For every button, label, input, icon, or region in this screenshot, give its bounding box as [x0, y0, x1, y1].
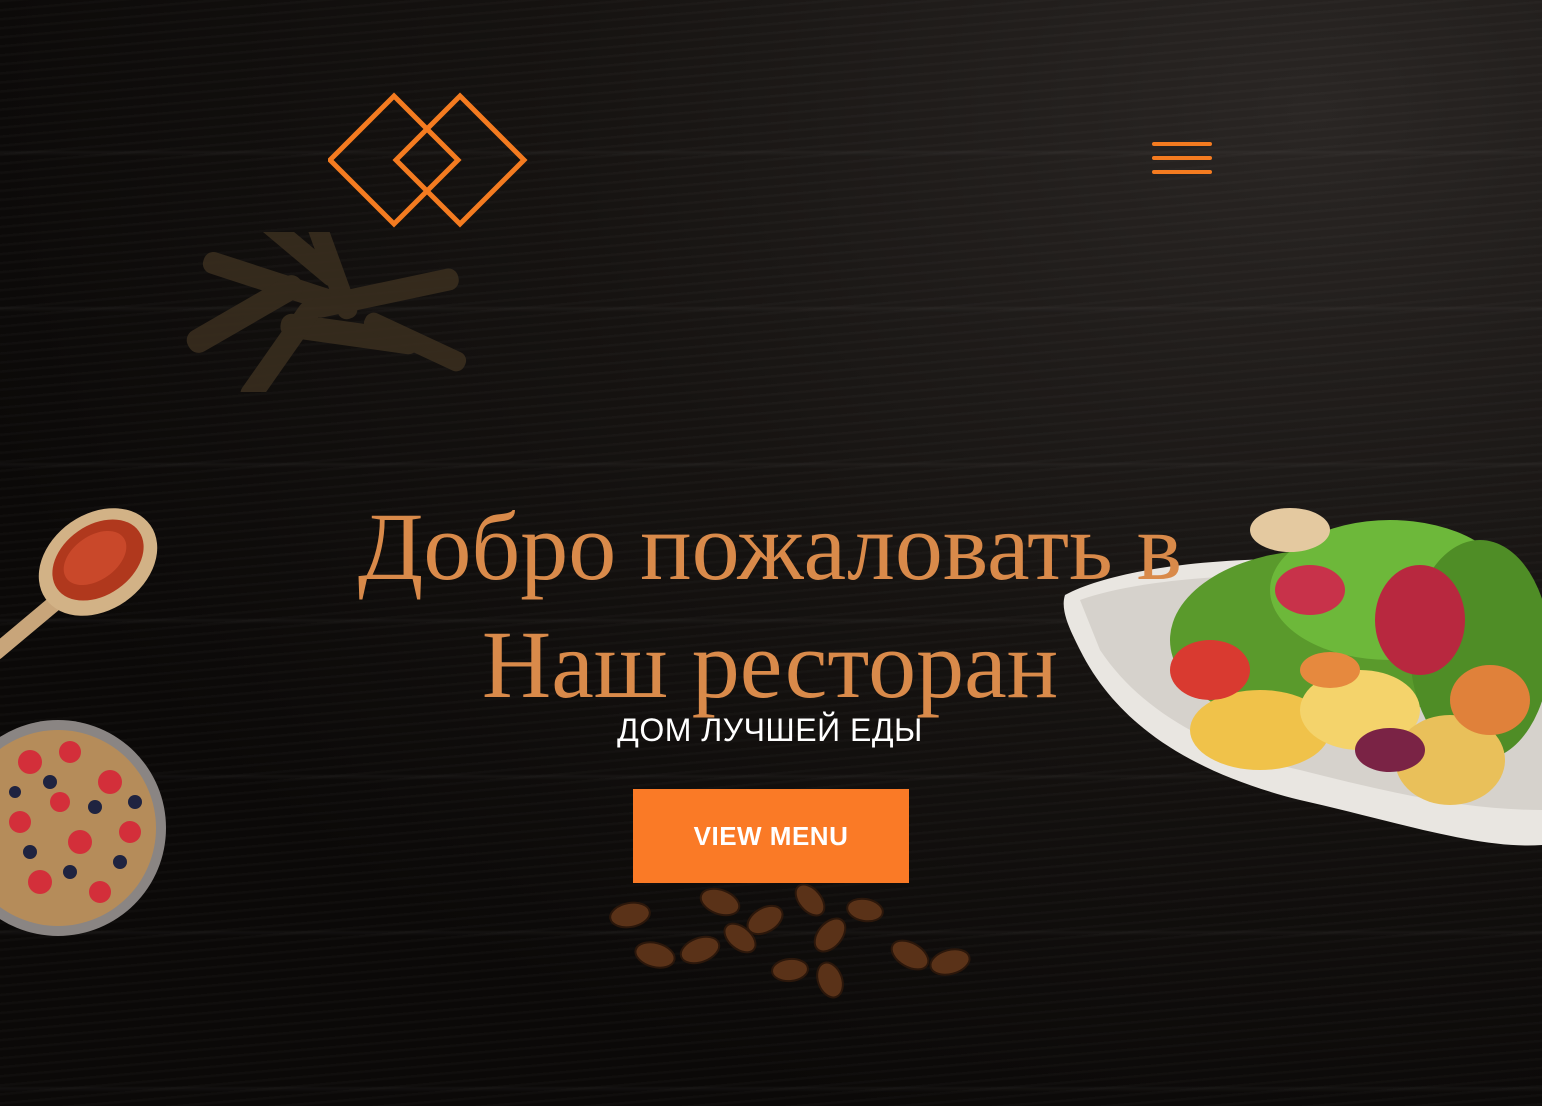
hamburger-line — [1152, 156, 1212, 160]
coffee-beans-image — [609, 883, 971, 999]
hero-title: Добро пожаловать в Наш ресторан — [300, 488, 1240, 724]
hamburger-menu-icon[interactable] — [1150, 140, 1214, 180]
logo-icon[interactable] — [328, 92, 528, 228]
hero-title-line1: Добро пожаловать в — [357, 493, 1183, 600]
fries-image — [186, 232, 467, 392]
spice-spoon-image — [0, 508, 158, 660]
hamburger-line — [1152, 170, 1212, 174]
hero-title-line2: Наш ресторан — [481, 611, 1059, 718]
hamburger-line — [1152, 142, 1212, 146]
hero-page: Добро пожаловать в Наш ресторан ДОМ ЛУЧШ… — [0, 0, 1542, 1106]
view-menu-button[interactable]: VIEW MENU — [633, 789, 909, 883]
berry-bowl-image — [0, 720, 166, 936]
hero-subtitle: ДОМ ЛУЧШЕЙ ЕДЫ — [617, 712, 923, 748]
